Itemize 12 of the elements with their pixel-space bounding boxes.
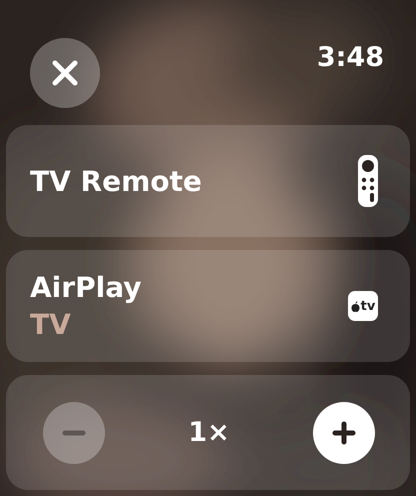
remote-icon bbox=[358, 155, 378, 207]
zoom-level: 1× bbox=[188, 417, 230, 448]
plus-icon bbox=[330, 418, 358, 446]
tv-app-icon: tv bbox=[348, 291, 378, 321]
card-title: TV Remote bbox=[30, 164, 202, 198]
minus-icon bbox=[62, 430, 86, 436]
menu-card[interactable]: AirPlay TV tv bbox=[6, 250, 410, 362]
card-subtitle: TV bbox=[30, 308, 72, 341]
card-title: AirPlay bbox=[30, 271, 142, 304]
close-icon bbox=[50, 58, 80, 88]
menu-card[interactable]: TV Remote bbox=[6, 125, 410, 237]
clock-time: 3:48 bbox=[316, 42, 384, 73]
